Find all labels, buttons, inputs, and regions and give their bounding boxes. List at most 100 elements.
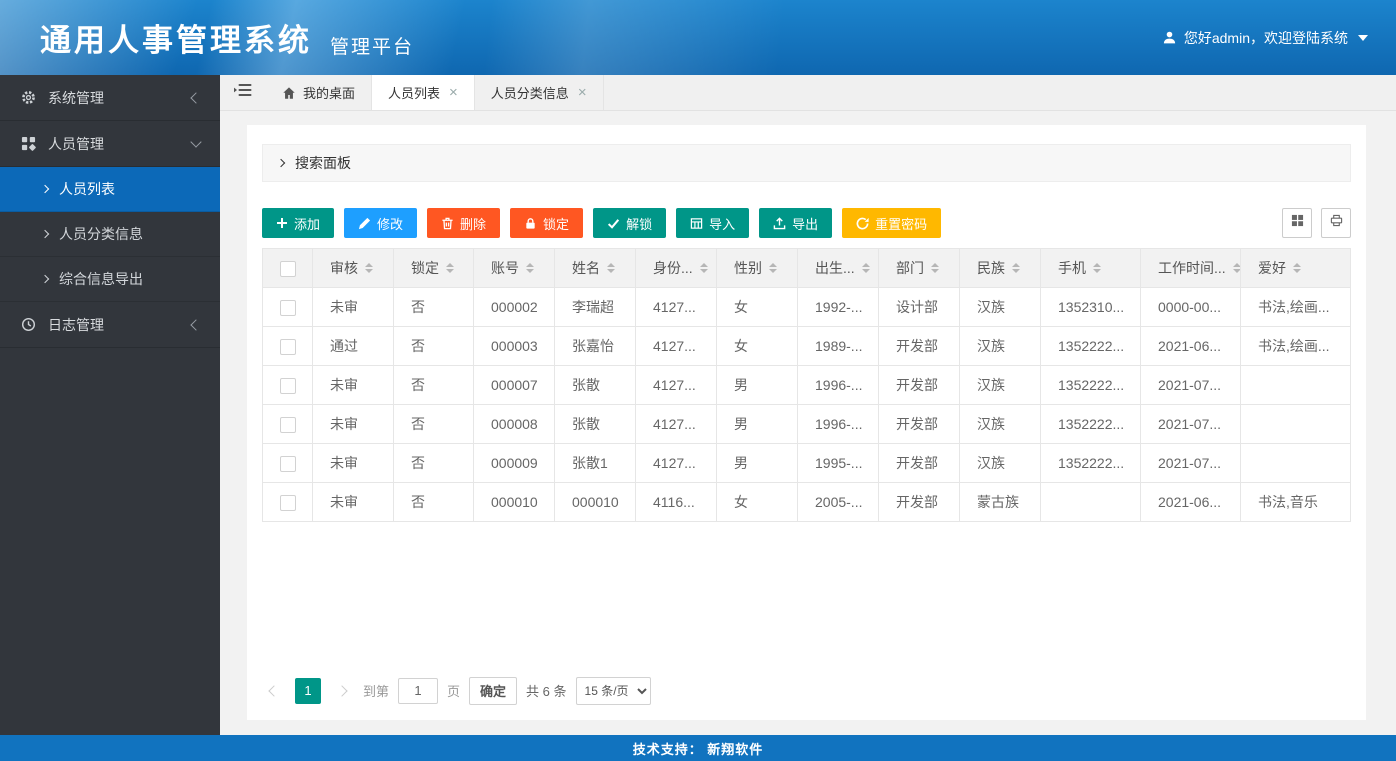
button-label: 修改 <box>377 214 403 233</box>
column-toggle-button[interactable] <box>1282 208 1312 238</box>
row-checkbox[interactable] <box>280 339 296 355</box>
table-cell: 开发部 <box>879 327 960 366</box>
column-header[interactable]: 审核 <box>313 249 394 288</box>
table-cell: 1352222... <box>1041 327 1141 366</box>
sidebar-item-system-management[interactable]: 系统管理 <box>0 75 220 121</box>
sidebar-item-personnel-management[interactable]: 人员管理 <box>0 121 220 167</box>
unlock-button[interactable]: 解锁 <box>593 208 666 238</box>
trash-icon <box>441 217 454 230</box>
table-cell: 2021-07... <box>1141 366 1241 405</box>
page-number-button[interactable]: 1 <box>295 678 321 704</box>
next-page-button[interactable] <box>330 678 354 704</box>
sort-icon[interactable] <box>446 263 454 273</box>
sort-icon[interactable] <box>526 263 534 273</box>
row-checkbox[interactable] <box>280 378 296 394</box>
column-header[interactable]: 账号 <box>474 249 555 288</box>
sort-icon[interactable] <box>700 263 708 273</box>
row-checkbox[interactable] <box>280 417 296 433</box>
tab-personnel-category[interactable]: 人员分类信息 × <box>475 75 604 110</box>
table-cell: 4127... <box>636 327 717 366</box>
sort-icon[interactable] <box>1293 263 1301 273</box>
tab-personnel-list[interactable]: 人员列表 × <box>372 75 475 110</box>
search-panel-toggle[interactable]: 搜索面板 <box>262 144 1351 182</box>
column-header[interactable]: 出生... <box>798 249 879 288</box>
close-icon[interactable]: × <box>449 85 458 100</box>
column-label: 姓名 <box>572 258 600 278</box>
goto-page-input[interactable] <box>398 678 438 704</box>
table-cell: 000010 <box>474 483 555 522</box>
check-icon <box>607 217 620 230</box>
table-cell: 4127... <box>636 366 717 405</box>
row-checkbox[interactable] <box>280 300 296 316</box>
table-row[interactable]: 通过否000003张嘉怡4127...女1989-...开发部汉族1352222… <box>263 327 1351 366</box>
table-cell: 1352222... <box>1041 444 1141 483</box>
sort-icon[interactable] <box>365 263 373 273</box>
column-header[interactable]: 性别 <box>717 249 798 288</box>
sidebar-item-personnel-list[interactable]: 人员列表 <box>0 167 220 212</box>
checkbox-cell <box>263 327 313 366</box>
sidebar-item-log-management[interactable]: 日志管理 <box>0 302 220 348</box>
reset-password-button[interactable]: 重置密码 <box>842 208 941 238</box>
table-row[interactable]: 未审否000008张散4127...男1996-...开发部汉族1352222.… <box>263 405 1351 444</box>
checkbox-cell <box>263 405 313 444</box>
sort-icon[interactable] <box>1093 263 1101 273</box>
table-row[interactable]: 未审否000009张散14127...男1995-...开发部汉族1352222… <box>263 444 1351 483</box>
edit-button[interactable]: 修改 <box>344 208 417 238</box>
select-all-checkbox[interactable] <box>280 261 296 277</box>
sidebar-item-info-export[interactable]: 综合信息导出 <box>0 257 220 302</box>
home-icon <box>282 86 296 100</box>
column-header[interactable]: 姓名 <box>555 249 636 288</box>
column-label: 民族 <box>977 258 1005 278</box>
table-cell <box>1241 405 1351 444</box>
search-panel-label: 搜索面板 <box>295 153 351 173</box>
column-header[interactable]: 民族 <box>960 249 1041 288</box>
column-header[interactable]: 工作时间... <box>1141 249 1241 288</box>
sort-icon[interactable] <box>931 263 939 273</box>
chevron-right-icon <box>41 185 49 193</box>
select-all-header <box>263 249 313 288</box>
confirm-button[interactable]: 确定 <box>469 677 517 705</box>
column-header[interactable]: 身份... <box>636 249 717 288</box>
user-menu[interactable]: 您好admin，欢迎登陆系统 <box>1162 28 1368 48</box>
sidebar-item-personnel-category[interactable]: 人员分类信息 <box>0 212 220 257</box>
sort-icon[interactable] <box>1233 263 1241 273</box>
user-greeting: 您好admin，欢迎登陆系统 <box>1184 28 1348 48</box>
column-header[interactable]: 锁定 <box>394 249 474 288</box>
prev-page-button[interactable] <box>262 678 286 704</box>
sidebar-fold-button[interactable] <box>220 75 266 110</box>
add-button[interactable]: 添加 <box>262 208 334 238</box>
chevron-down-icon <box>190 136 201 147</box>
table-cell: 未审 <box>313 366 394 405</box>
sidebar-item-label: 系统管理 <box>48 88 192 108</box>
page-size-select[interactable]: 15 条/页 <box>576 677 651 705</box>
sort-icon[interactable] <box>862 263 870 273</box>
import-button[interactable]: 导入 <box>676 208 749 238</box>
column-header[interactable]: 爱好 <box>1241 249 1351 288</box>
sort-icon[interactable] <box>1012 263 1020 273</box>
caret-down-icon <box>1358 35 1368 41</box>
table-row[interactable]: 未审否000002李瑞超4127...女1992-...设计部汉族1352310… <box>263 288 1351 327</box>
sidebar-item-label: 日志管理 <box>48 315 192 335</box>
row-checkbox[interactable] <box>280 456 296 472</box>
table-cell: 否 <box>394 366 474 405</box>
table-row[interactable]: 未审否000007张散4127...男1996-...开发部汉族1352222.… <box>263 366 1351 405</box>
table-cell <box>1241 444 1351 483</box>
table-cell: 开发部 <box>879 366 960 405</box>
row-checkbox[interactable] <box>280 495 296 511</box>
print-button[interactable] <box>1321 208 1351 238</box>
table-row[interactable]: 未审否0000100000104116...女2005-...开发部蒙古族202… <box>263 483 1351 522</box>
sort-icon[interactable] <box>607 263 615 273</box>
column-header[interactable]: 手机 <box>1041 249 1141 288</box>
close-icon[interactable]: × <box>578 85 587 100</box>
table-cell: 男 <box>717 405 798 444</box>
lock-button[interactable]: 锁定 <box>510 208 583 238</box>
sort-icon[interactable] <box>769 263 777 273</box>
page-unit-label: 页 <box>447 681 460 700</box>
export-button[interactable]: 导出 <box>759 208 832 238</box>
table-cell: 000010 <box>555 483 636 522</box>
tab-my-desktop[interactable]: 我的桌面 <box>266 75 372 110</box>
table-cell: 否 <box>394 444 474 483</box>
delete-button[interactable]: 删除 <box>427 208 500 238</box>
column-header[interactable]: 部门 <box>879 249 960 288</box>
checkbox-cell <box>263 288 313 327</box>
